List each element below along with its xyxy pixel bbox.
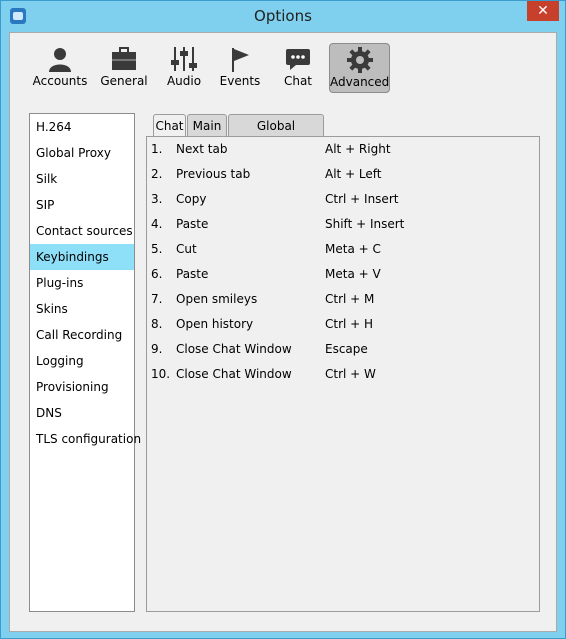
keybinding-number: 9.	[151, 342, 163, 356]
sidebar-item-sip[interactable]: SIP	[30, 192, 134, 218]
toolbar-accounts[interactable]: Accounts	[30, 43, 90, 93]
tab-global-shortcuts[interactable]: Global shortcuts	[228, 114, 324, 155]
keybinding-row[interactable]: 4. Paste Shift + Insert	[147, 212, 539, 237]
toolbar-label: Events	[219, 74, 261, 88]
gear-icon	[346, 47, 373, 73]
toolbar-label: Accounts	[32, 74, 88, 88]
sidebar-item-tls-configuration[interactable]: TLS configuration	[30, 426, 141, 452]
keybindings-panel: 1. Next tab Alt + Right 2. Previous tab …	[146, 136, 540, 612]
keybinding-number: 2.	[151, 167, 163, 181]
toolbar-label: General	[100, 74, 148, 88]
keybinding-row[interactable]: 6. Paste Meta + V	[147, 262, 539, 287]
keybinding-keys[interactable]: Shift + Insert	[325, 212, 404, 237]
keybinding-keys[interactable]: Meta + V	[325, 262, 381, 287]
title-bar[interactable]: Options ✕	[1, 1, 565, 31]
keybinding-action: Cut	[176, 242, 197, 256]
person-icon	[49, 48, 71, 72]
keybinding-action: Close Chat Window	[176, 342, 292, 356]
sidebar-item-call-recording[interactable]: Call Recording	[30, 322, 134, 348]
keybinding-row[interactable]: 2. Previous tab Alt + Left	[147, 162, 539, 187]
toolbar-label: Audio	[166, 74, 202, 88]
flag-icon	[232, 48, 249, 72]
toolbar-advanced[interactable]: Advanced	[329, 43, 390, 93]
keybinding-keys[interactable]: Alt + Left	[325, 162, 382, 187]
toolbar-chat[interactable]: Chat	[272, 43, 324, 93]
keybinding-number: 8.	[151, 317, 163, 331]
keybinding-keys[interactable]: Ctrl + H	[325, 312, 373, 337]
sidebar-item-silk[interactable]: Silk	[30, 166, 134, 192]
toolbar-events[interactable]: Events	[214, 43, 266, 93]
keybinding-number: 10.	[151, 367, 171, 381]
keybinding-row[interactable]: 5. Cut Meta + C	[147, 237, 539, 262]
toolbar-general[interactable]: General	[94, 43, 154, 93]
close-button[interactable]: ✕	[527, 1, 559, 21]
keybinding-action: Next tab	[176, 142, 228, 156]
keybinding-row[interactable]: 9. Close Chat Window Escape	[147, 337, 539, 362]
keybinding-number: 6.	[151, 267, 163, 281]
keybinding-action: Copy	[176, 192, 207, 206]
sidebar-item-keybindings[interactable]: Keybindings	[30, 244, 134, 270]
keybinding-keys[interactable]: Escape	[325, 337, 368, 362]
keybinding-action: Paste	[176, 217, 209, 231]
keybinding-number: 7.	[151, 292, 163, 306]
tab-chat[interactable]: Chat	[153, 114, 186, 137]
sidebar-item-contact-sources[interactable]: Contact sources	[30, 218, 134, 244]
keybinding-number: 5.	[151, 242, 163, 256]
toolbar-label: Chat	[283, 74, 313, 88]
keybinding-row[interactable]: 7. Open smileys Ctrl + M	[147, 287, 539, 312]
keybinding-row[interactable]: 10. Close Chat Window Ctrl + W	[147, 362, 539, 387]
sidebar-item-h264[interactable]: H.264	[30, 114, 134, 140]
options-window: Options ✕ Accounts General Audio Events …	[0, 0, 566, 639]
keybinding-keys[interactable]: Meta + C	[325, 237, 381, 262]
speech-bubble-icon	[286, 49, 310, 70]
window-title: Options	[254, 7, 312, 25]
sidebar-item-logging[interactable]: Logging	[30, 348, 134, 374]
keybinding-action: Previous tab	[176, 167, 251, 181]
keybinding-keys[interactable]: Ctrl + W	[325, 362, 376, 387]
keybinding-keys[interactable]: Ctrl + Insert	[325, 187, 398, 212]
client-area: Accounts General Audio Events Chat Advan…	[9, 32, 557, 632]
keybinding-row[interactable]: 1. Next tab Alt + Right	[147, 137, 539, 162]
sidebar-item-global-proxy[interactable]: Global Proxy	[30, 140, 134, 166]
toolbar-audio[interactable]: Audio	[158, 43, 210, 93]
sidebar-item-provisioning[interactable]: Provisioning	[30, 374, 134, 400]
keybinding-number: 4.	[151, 217, 163, 231]
briefcase-icon	[112, 47, 136, 70]
keybinding-action: Open smileys	[176, 292, 258, 306]
keybinding-number: 1.	[151, 142, 163, 156]
keybinding-row[interactable]: 8. Open history Ctrl + H	[147, 312, 539, 337]
sidebar-item-plug-ins[interactable]: Plug-ins	[30, 270, 134, 296]
keybinding-action: Paste	[176, 267, 209, 281]
keybinding-number: 3.	[151, 192, 163, 206]
toolbar-label: Advanced	[330, 75, 390, 89]
settings-sidebar: H.264 Global Proxy Silk SIP Contact sour…	[29, 113, 141, 612]
tab-main[interactable]: Main	[187, 114, 227, 136]
keybinding-keys[interactable]: Alt + Right	[325, 137, 391, 162]
sidebar-item-dns[interactable]: DNS	[30, 400, 134, 426]
keybinding-row[interactable]: 3. Copy Ctrl + Insert	[147, 187, 539, 212]
sliders-icon	[171, 47, 197, 71]
keybinding-action: Open history	[176, 317, 254, 331]
sidebar-item-skins[interactable]: Skins	[30, 296, 134, 322]
keybinding-action: Close Chat Window	[176, 367, 292, 381]
keybinding-keys[interactable]: Ctrl + M	[325, 287, 374, 312]
